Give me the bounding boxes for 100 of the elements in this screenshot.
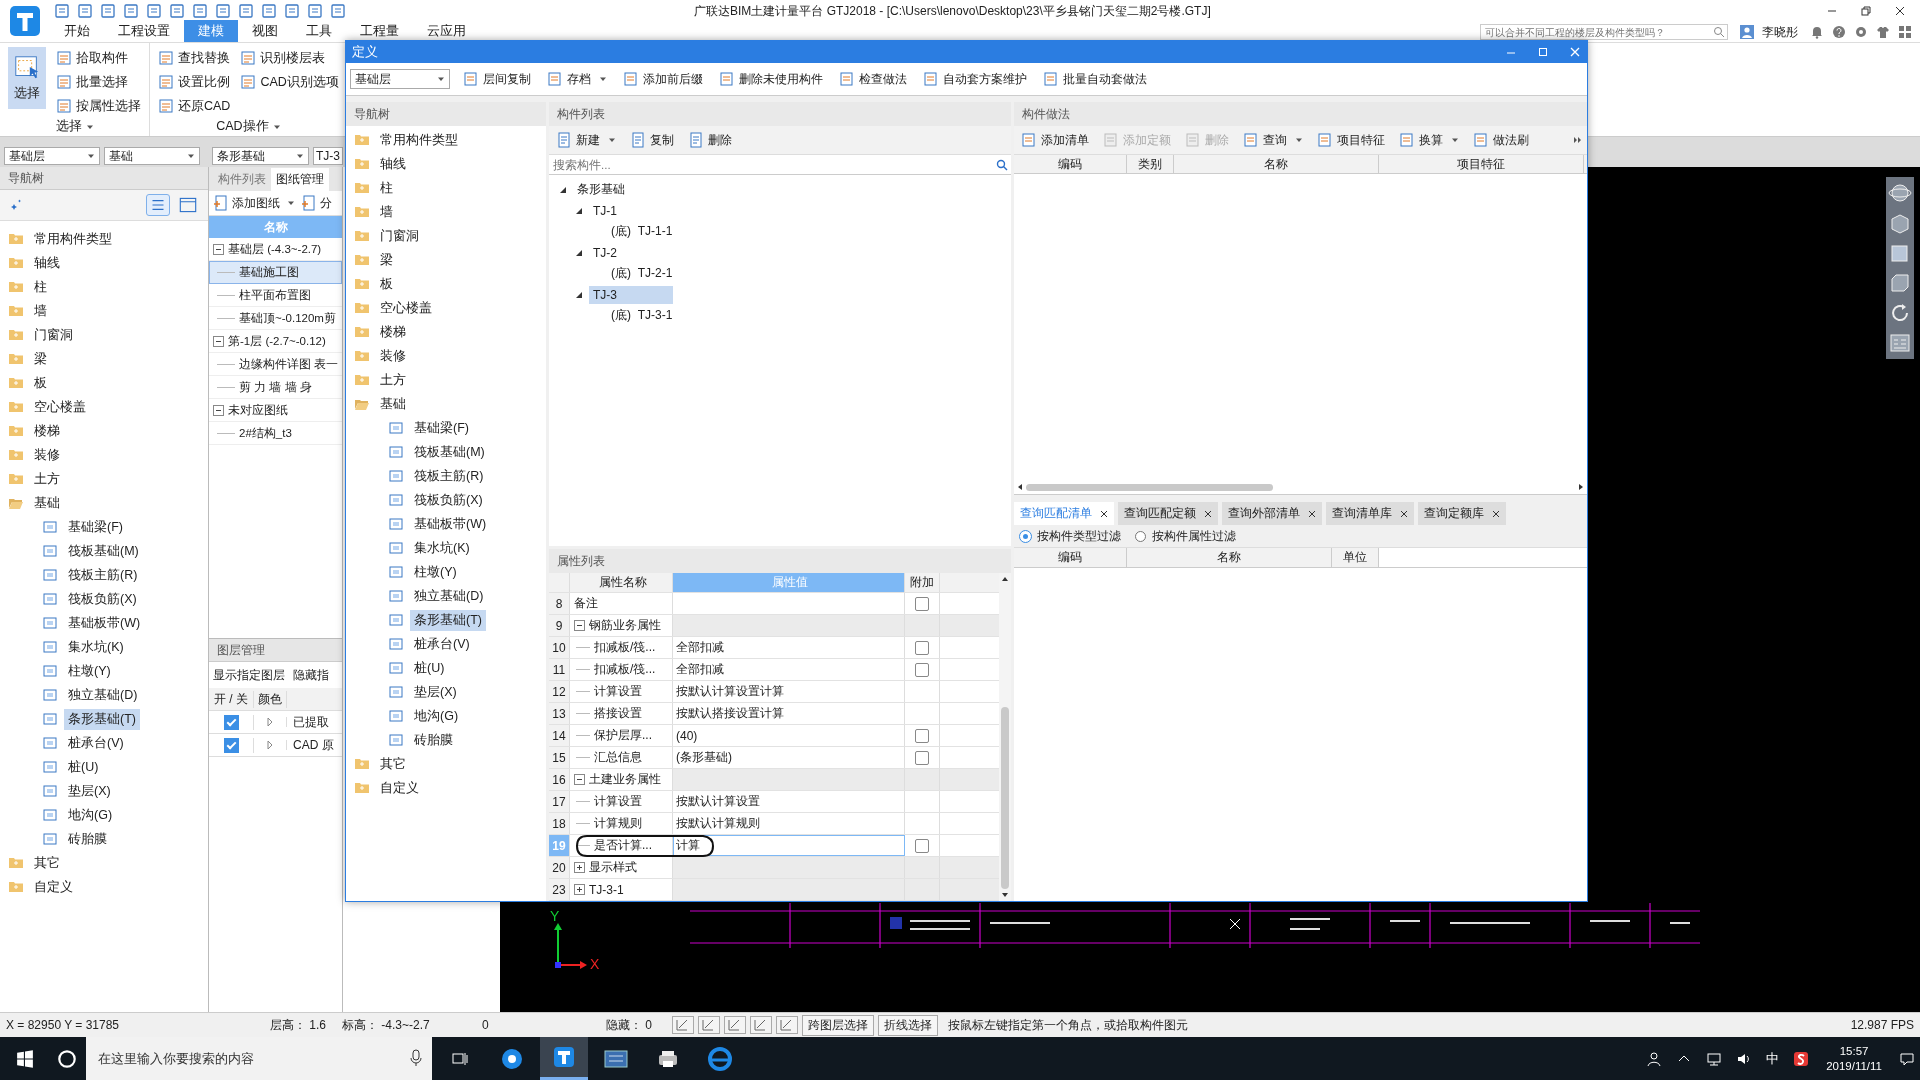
tree-item[interactable]: 墙 — [30, 300, 51, 322]
tree-item[interactable]: 门窗洞 — [30, 324, 77, 346]
scrollbar-thumb[interactable] — [1001, 706, 1009, 889]
query-tab[interactable]: 查询外部清单 — [1222, 502, 1322, 525]
cube-icon[interactable] — [1888, 271, 1912, 295]
tree-item[interactable]: 柱平面布置图 — [239, 287, 311, 303]
toolbar-icon[interactable] — [215, 3, 231, 19]
toolbar-button[interactable]: 删除 — [685, 131, 735, 149]
tree-item[interactable]: 桩(U) — [64, 756, 103, 778]
toolbar-button[interactable]: 复制 — [627, 131, 677, 149]
close-icon[interactable] — [1400, 509, 1408, 518]
tree-item[interactable]: 集水坑(K) — [64, 636, 128, 658]
ribbon-tab[interactable]: 工程量 — [346, 20, 413, 42]
taskbar-app[interactable] — [540, 1037, 588, 1080]
bell-icon[interactable] — [1810, 25, 1824, 39]
panel-tab[interactable]: 图纸管理 — [271, 168, 329, 191]
collapse-icon[interactable] — [574, 620, 585, 631]
toolbar-button[interactable]: 存档 — [544, 70, 610, 88]
tree-item[interactable]: 地沟(G) — [410, 705, 463, 727]
toolbar-icon[interactable] — [77, 3, 93, 19]
toolbar-icon[interactable] — [192, 3, 208, 19]
checkbox[interactable] — [223, 714, 239, 730]
dropdown[interactable]: 条形基础 — [212, 147, 309, 165]
tree-item[interactable]: (底) TJ-2-1 — [607, 263, 677, 284]
toolbar-button[interactable]: 检查做法 — [836, 70, 910, 88]
collapse-icon[interactable] — [574, 774, 585, 785]
close-icon[interactable] — [1308, 509, 1316, 518]
ribbon-tab[interactable]: 工具 — [292, 20, 346, 42]
tree-item[interactable]: 基础层 (-4.3~-2.7) — [228, 241, 322, 257]
tree-item[interactable]: 柱 — [376, 177, 397, 199]
ribbon-button[interactable]: 拾取构件 — [56, 47, 141, 69]
ribbon-button[interactable]: 设置比例 — [158, 71, 231, 93]
tree-item[interactable]: 2#结构_t3 — [239, 425, 292, 441]
tree-item[interactable]: 梁 — [376, 249, 397, 271]
taskbar-search-field[interactable]: 在这里输入你要搜索的内容 — [86, 1037, 432, 1080]
toolbar-button[interactable]: 自动套方案维护 — [920, 70, 1030, 88]
snap-tool-icon[interactable] — [750, 1016, 772, 1034]
tree-item[interactable]: 垫层(X) — [410, 681, 461, 703]
tree-item[interactable]: 筏板基础(M) — [64, 540, 143, 562]
scrollbar-thumb[interactable] — [1026, 483, 1274, 491]
ribbon-button[interactable]: 查找替换 — [158, 47, 231, 69]
ribbon-tab[interactable]: 工程设置 — [104, 20, 184, 42]
checkbox[interactable] — [915, 750, 929, 765]
tree-item[interactable]: 桩承台(V) — [64, 732, 128, 754]
tree-item[interactable]: 筏板负筋(X) — [64, 588, 141, 610]
tree-item[interactable]: 其它 — [376, 753, 410, 775]
tree-item[interactable]: 土方 — [30, 468, 64, 490]
tree-item[interactable]: 条形基础(T) — [64, 708, 140, 730]
tree-item[interactable]: 空心楼盖 — [376, 297, 436, 319]
tree-item[interactable]: 土方 — [376, 369, 410, 391]
s-logo-icon[interactable] — [1793, 1050, 1810, 1067]
expand-icon[interactable] — [574, 884, 585, 895]
tree-item[interactable]: 梁 — [30, 348, 51, 370]
checkbox[interactable] — [915, 838, 929, 853]
input-method-text[interactable]: 中 — [1766, 1049, 1780, 1068]
checkbox[interactable] — [915, 596, 929, 611]
radio-option[interactable]: 按构件类型过滤 — [1020, 527, 1121, 545]
maximize-icon[interactable] — [1537, 46, 1549, 58]
status-button[interactable]: 折线选择 — [878, 1014, 938, 1036]
checkbox[interactable] — [915, 662, 929, 677]
table-row[interactable]: 16 土建业务属性 — [549, 769, 999, 791]
table-row[interactable]: 14 保护层厚... (40) — [549, 725, 999, 747]
tree-item[interactable]: 桩承台(V) — [410, 633, 474, 655]
dropdown[interactable]: TJ-3 — [313, 147, 343, 165]
restore-icon[interactable] — [1860, 5, 1872, 17]
tree-item[interactable]: 常用构件类型 — [376, 129, 462, 151]
table-row[interactable]: 20 显示样式 — [549, 857, 999, 879]
tree-item[interactable]: 楼梯 — [376, 321, 410, 343]
tree-item[interactable]: 板 — [376, 273, 397, 295]
tree-item[interactable]: 墙 — [376, 201, 397, 223]
tree-item[interactable]: TJ-2 — [589, 243, 657, 262]
toolbar-button[interactable]: 换算 — [1396, 131, 1462, 149]
tree-item[interactable]: 柱墩(Y) — [410, 561, 461, 583]
tree-item[interactable]: 条形基础 — [573, 179, 641, 200]
shirt-icon[interactable] — [1876, 25, 1890, 39]
table-row[interactable]: 10 扣减板/筏... 全部扣减 — [549, 637, 999, 659]
expand-arrow-icon[interactable] — [266, 740, 274, 750]
radio-option[interactable]: 按构件属性过滤 — [1135, 527, 1236, 545]
toolbar-button[interactable]: 隐藏指 — [293, 667, 329, 683]
snap-tool-icon[interactable] — [724, 1016, 746, 1034]
tree-item[interactable]: 柱墩(Y) — [64, 660, 115, 682]
close-icon[interactable] — [1100, 509, 1108, 518]
collapse-arrow-icon[interactable] — [575, 248, 583, 257]
snap-tool-icon[interactable] — [672, 1016, 694, 1034]
snap-tool-icon[interactable] — [776, 1016, 798, 1034]
checkbox[interactable] — [915, 728, 929, 743]
microphone-icon[interactable] — [410, 1049, 422, 1067]
tree-item[interactable]: 基础梁(F) — [410, 417, 473, 439]
tree-item[interactable]: 基础 — [376, 393, 410, 415]
tree-item[interactable]: 砖胎膜 — [410, 729, 457, 751]
toolbar-button[interactable]: 分 — [301, 194, 332, 212]
toolbar-icon[interactable] — [307, 3, 323, 19]
toolbar-button[interactable]: 层间复制 — [460, 70, 534, 88]
toolbar-button[interactable]: 新建 — [553, 131, 619, 149]
dropdown[interactable]: 基础层 — [4, 147, 100, 165]
user-avatar-icon[interactable] — [1740, 25, 1754, 39]
toolbar-button[interactable]: 查询 — [1240, 131, 1306, 149]
tree-item[interactable]: 轴线 — [376, 153, 410, 175]
tree-item[interactable]: 桩(U) — [410, 657, 449, 679]
tree-item[interactable]: 第-1层 (-2.7~-0.12) — [228, 333, 326, 349]
